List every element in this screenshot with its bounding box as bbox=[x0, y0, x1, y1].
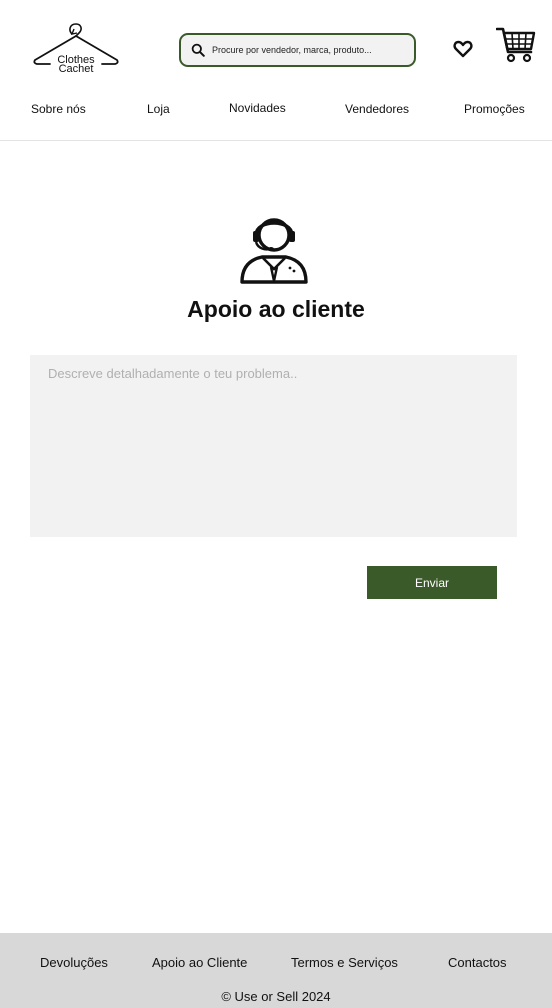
footer-link-apoio-ao-cliente[interactable]: Apoio ao Cliente bbox=[152, 955, 247, 970]
search-bar[interactable] bbox=[179, 33, 416, 67]
nav-item-loja[interactable]: Loja bbox=[147, 102, 170, 116]
nav-item-promocoes[interactable]: Promoções bbox=[464, 102, 525, 116]
footer-link-devolucoes[interactable]: Devoluções bbox=[40, 955, 108, 970]
problem-description-field[interactable] bbox=[30, 355, 517, 537]
cart-icon[interactable] bbox=[496, 25, 536, 63]
site-header: Clothes Cachet Sobre nós Loja Novidades … bbox=[0, 0, 552, 141]
copyright-text: © Use or Sell 2024 bbox=[221, 989, 331, 1004]
nav-item-sobre-nos[interactable]: Sobre nós bbox=[31, 102, 86, 116]
site-footer: Devoluções Apoio ao Cliente Termos e Ser… bbox=[0, 933, 552, 1008]
heart-icon[interactable] bbox=[453, 39, 473, 59]
page-title: Apoio ao cliente bbox=[187, 296, 365, 322]
footer-link-contactos[interactable]: Contactos bbox=[448, 955, 507, 970]
search-input[interactable] bbox=[212, 41, 408, 59]
search-icon[interactable] bbox=[191, 43, 205, 57]
clothes-cachet-logo[interactable]: Clothes Cachet bbox=[30, 20, 122, 78]
logo-text-line2: Cachet bbox=[58, 63, 94, 75]
submit-button[interactable]: Enviar bbox=[367, 566, 497, 599]
customer-support-agent-icon bbox=[240, 218, 308, 284]
nav-item-novidades[interactable]: Novidades bbox=[229, 101, 286, 115]
nav-item-vendedores[interactable]: Vendedores bbox=[345, 102, 409, 116]
footer-link-termos-e-servicos[interactable]: Termos e Serviços bbox=[291, 955, 398, 970]
